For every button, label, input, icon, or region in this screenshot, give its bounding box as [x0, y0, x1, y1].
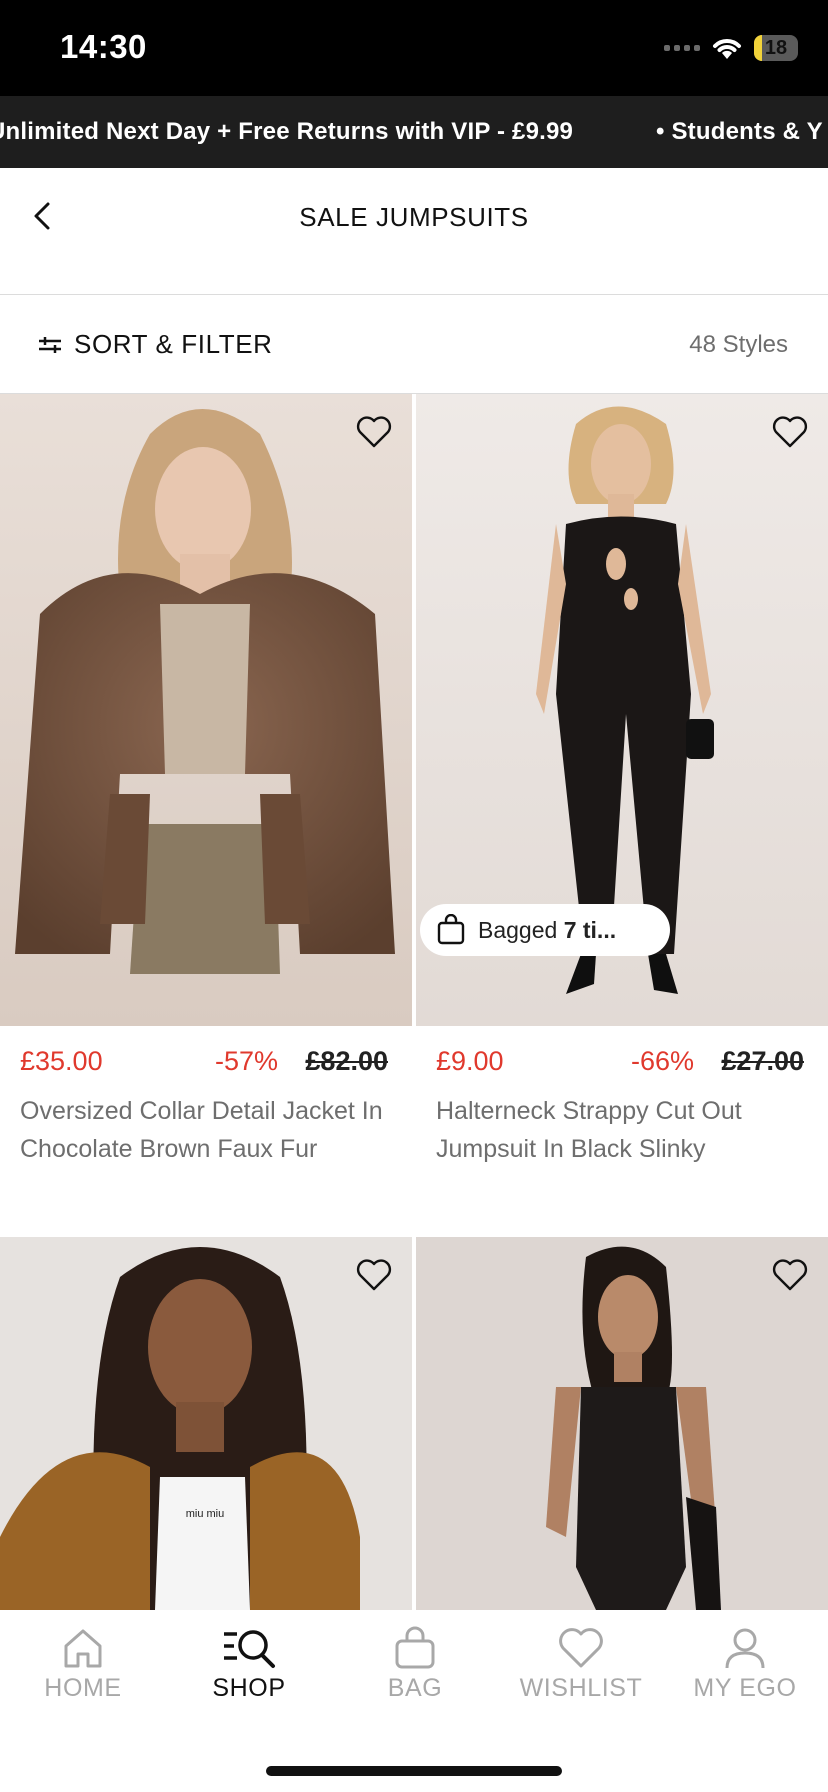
wifi-icon [713, 39, 741, 59]
styles-count: 48 Styles [689, 331, 788, 358]
nav-my-ego[interactable]: MY EGO [662, 1626, 828, 1703]
filter-bar: SORT & FILTER 48 Styles [0, 295, 828, 394]
nav-bag[interactable]: BAG [332, 1626, 498, 1703]
nav-wishlist-label: WISHLIST [519, 1674, 643, 1702]
product-card[interactable]: £35.00 -57% £82.00 Oversized Collar Deta… [0, 394, 412, 1194]
product-image[interactable] [0, 394, 412, 1026]
user-icon [725, 1628, 765, 1669]
product-image[interactable]: miu miu [0, 1237, 412, 1610]
svg-text:miu miu: miu miu [186, 1508, 225, 1520]
nav-shop[interactable]: SHOP [166, 1626, 332, 1703]
product-image[interactable]: Bagged 7 ti... [416, 394, 828, 1026]
product-card[interactable]: miu miu [0, 1237, 412, 1610]
product-name[interactable]: Oversized Collar Detail Jacket In Chocol… [20, 1092, 400, 1168]
nav-home[interactable]: HOME [0, 1626, 166, 1703]
bagged-badge: Bagged 7 ti... [420, 904, 670, 956]
page-header: SALE JUMPSUITS [0, 168, 828, 295]
sort-filter-button[interactable]: SORT & FILTER [38, 329, 273, 360]
home-indicator[interactable] [266, 1766, 562, 1776]
status-bar: 14:30 18 [0, 0, 828, 96]
nav-shop-label: SHOP [212, 1674, 286, 1702]
heart-icon[interactable] [354, 1255, 394, 1295]
original-price: £82.00 [305, 1046, 388, 1076]
promo-message[interactable]: • Students & Y [656, 118, 823, 146]
page-title: SALE JUMPSUITS [299, 202, 529, 232]
bagged-text: Bagged 7 ti... [478, 916, 617, 943]
nav-my-ego-label: MY EGO [693, 1674, 797, 1702]
status-indicators: 18 [664, 32, 798, 64]
original-price: £27.00 [721, 1046, 804, 1076]
bag-icon [437, 914, 465, 945]
product-card[interactable]: Bagged 7 ti... £9.00 -66% £27.00 Haltern… [416, 394, 828, 1194]
discount-badge: -66% [630, 1046, 694, 1076]
nav-bag-label: BAG [387, 1674, 443, 1702]
search-shop-icon [224, 1630, 275, 1668]
sort-filter-label: SORT & FILTER [74, 329, 273, 359]
heart-icon[interactable] [354, 412, 394, 452]
signal-icon [664, 45, 700, 51]
nav-home-label: HOME [44, 1674, 122, 1702]
promo-message[interactable]: Unlimited Next Day + Free Returns with V… [0, 118, 573, 146]
status-time: 14:30 [60, 28, 147, 65]
product-image[interactable] [416, 1237, 828, 1610]
nav-wishlist[interactable]: WISHLIST [498, 1626, 664, 1703]
product-name[interactable]: Halterneck Strappy Cut Out Jumpsuit In B… [436, 1092, 816, 1168]
heart-icon[interactable] [770, 412, 810, 452]
product-card[interactable] [416, 1237, 828, 1610]
sale-price: £35.00 [20, 1046, 103, 1076]
discount-badge: -57% [214, 1046, 278, 1076]
bottom-nav: HOME SHOP BAG WISHLIST MY EGO [0, 1610, 828, 1792]
bag-icon [395, 1626, 435, 1669]
battery-level: 18 [764, 36, 788, 59]
heart-icon [559, 1628, 603, 1668]
sale-price: £9.00 [436, 1046, 504, 1076]
battery-icon: 18 [754, 35, 798, 61]
home-icon [64, 1629, 102, 1668]
heart-icon[interactable] [770, 1255, 810, 1295]
sliders-icon [39, 336, 61, 353]
promo-banner[interactable]: Unlimited Next Day + Free Returns with V… [0, 96, 828, 168]
